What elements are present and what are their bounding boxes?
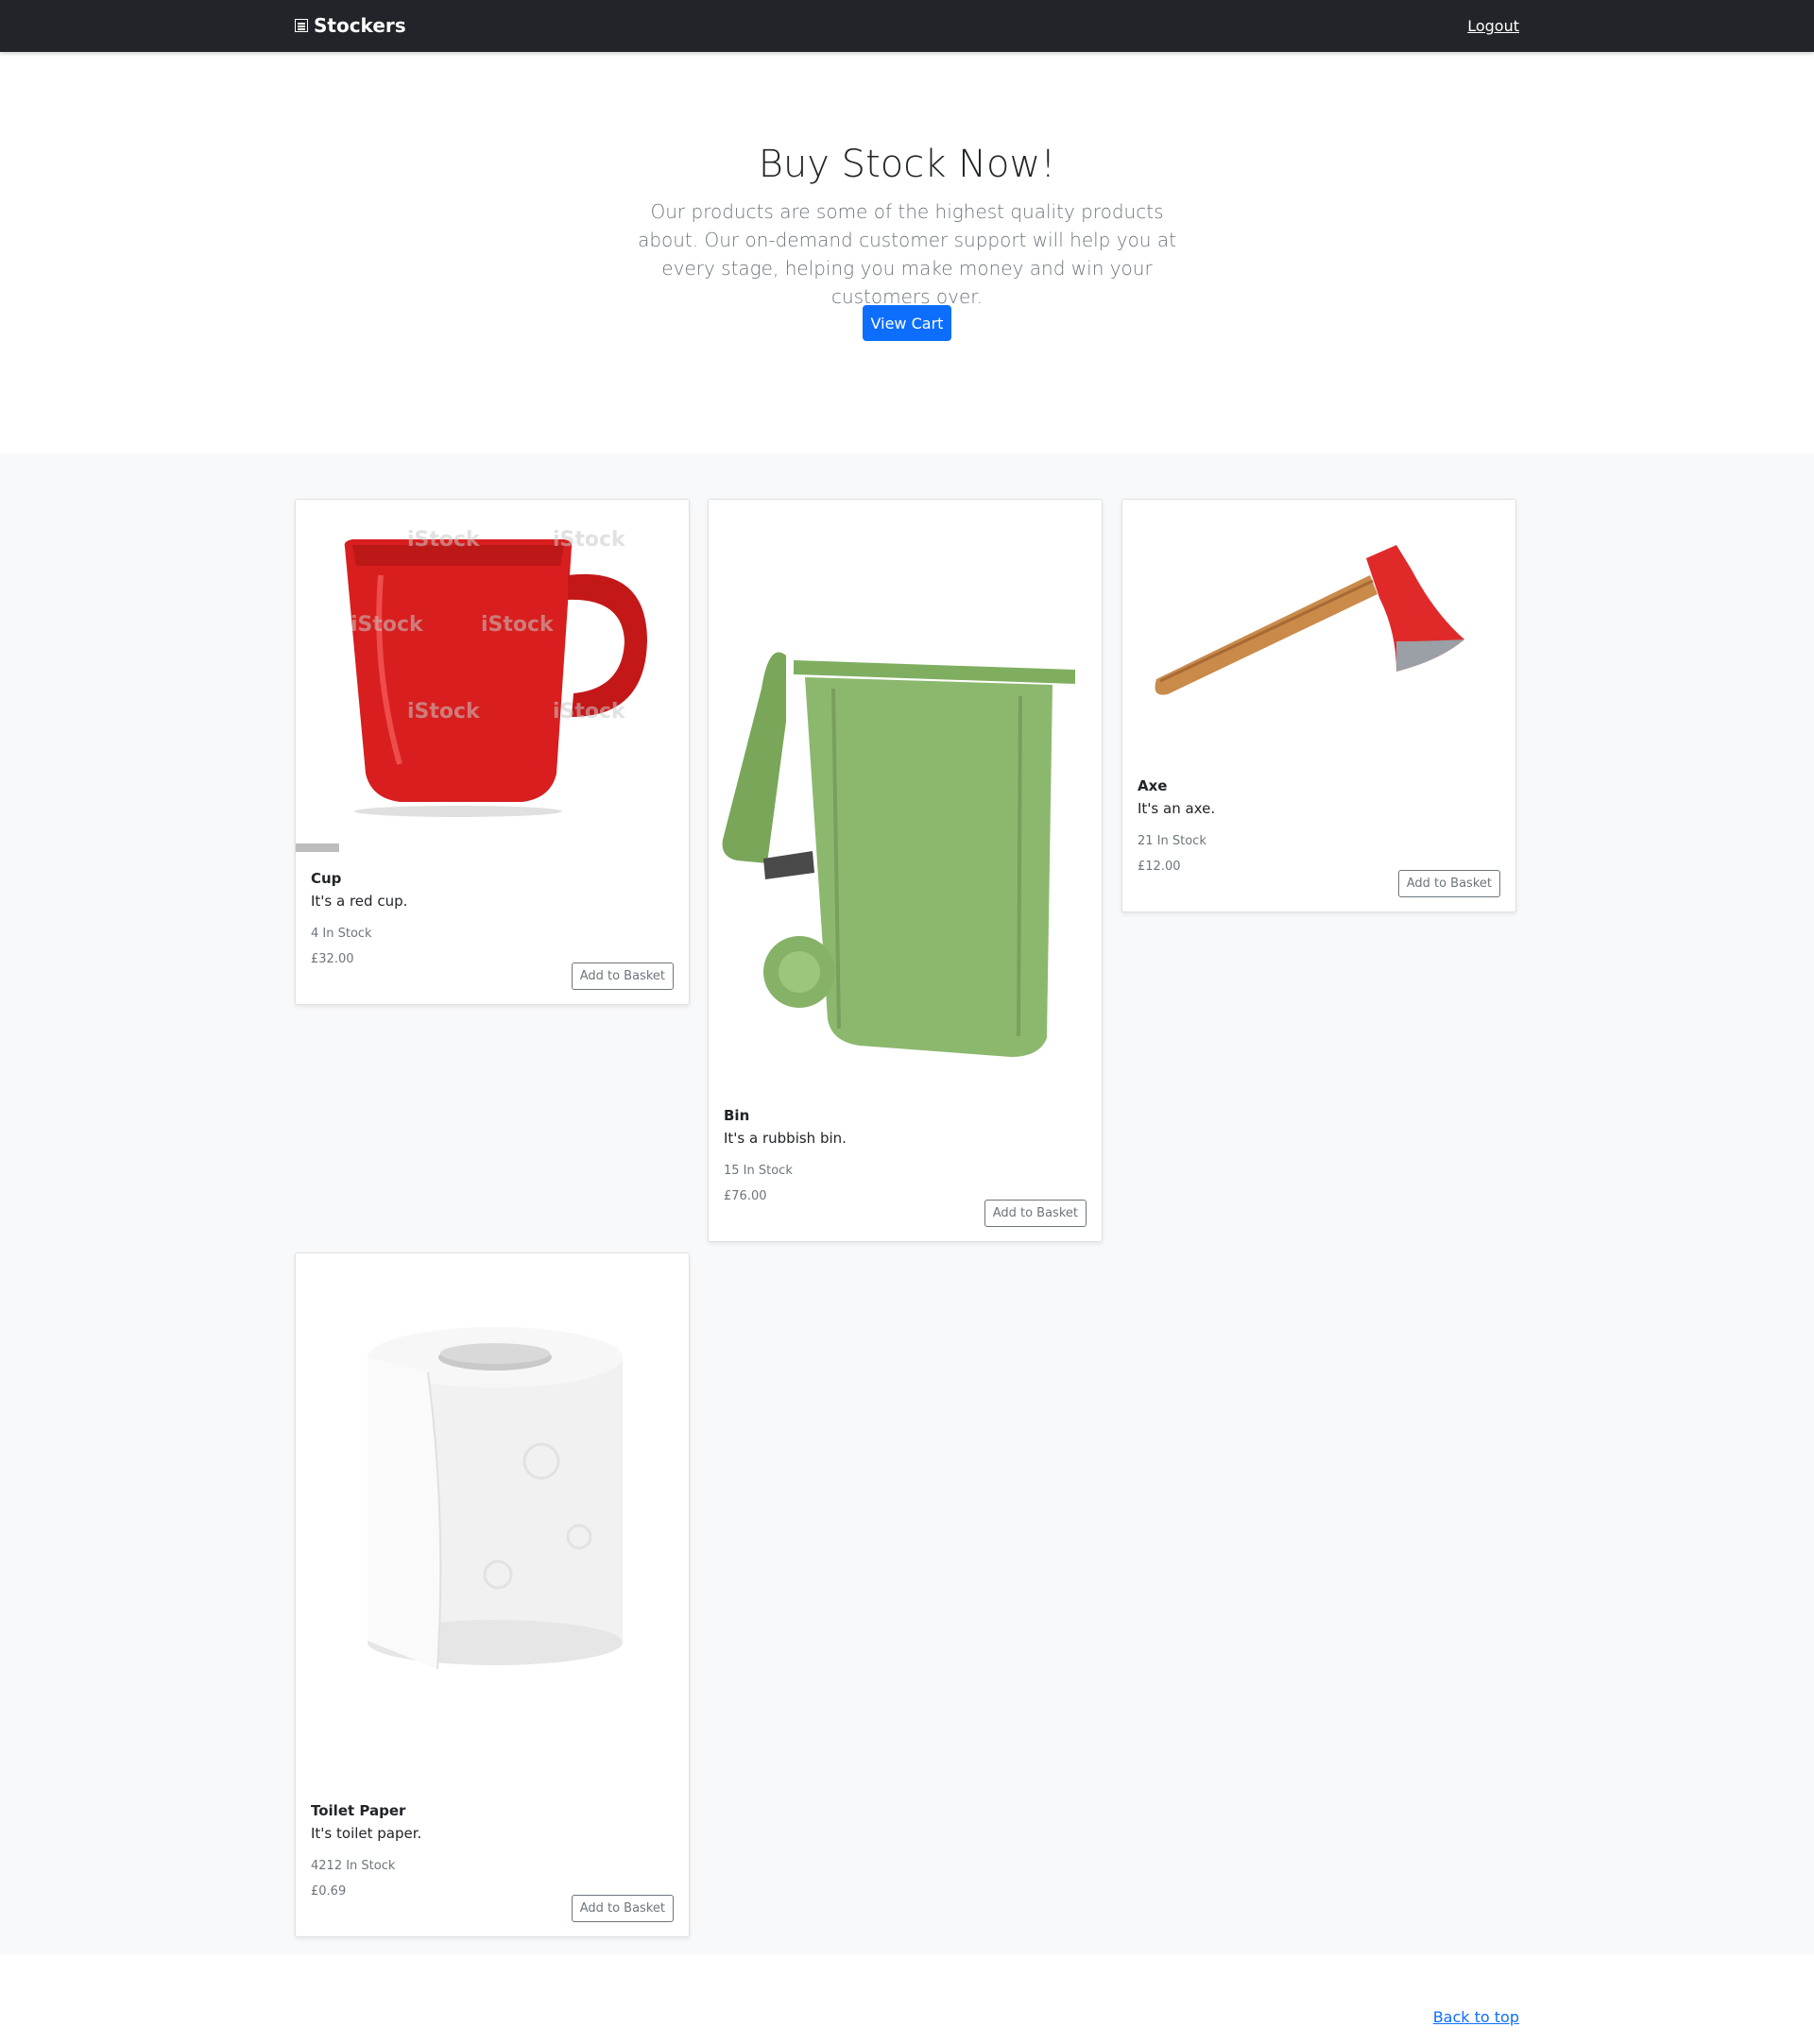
footer: Back to top [0,1955,1814,2044]
hero-title: Buy Stock Now! [758,143,1056,186]
product-name: Bin [724,1107,750,1124]
hero-section: Buy Stock Now! Our products are some of … [0,52,1814,453]
add-to-basket-button[interactable]: Add to Basket [984,1200,1087,1227]
view-cart-button[interactable]: View Cart [863,305,951,341]
watermark-text: iStock [407,700,480,724]
card-body: Axe It's an axe. 21 In Stock £12.00 Add … [1122,762,1515,911]
product-album: iStock iStock iStock iStock iStock iStoc… [0,453,1814,1955]
product-image-cup: iStock iStock iStock iStock iStock iStoc… [296,500,689,855]
bin-image [709,500,1102,1092]
add-to-basket-button[interactable]: Add to Basket [1397,870,1500,897]
product-image-toilet-paper [296,1253,689,1787]
back-to-top-link[interactable]: Back to top [1433,2008,1519,2026]
watermark-text: iStock [351,613,423,637]
axe-image [1122,500,1515,762]
watermark-text: iStock [481,613,554,637]
product-card-axe: Axe It's an axe. 21 In Stock £12.00 Add … [1121,499,1516,912]
hero-lead: Our products are some of the highest qua… [638,200,1176,308]
navbar: Stockers Logout [0,0,1814,52]
card-body: Toilet Paper It's toilet paper. 4212 In … [296,1787,689,1936]
product-card-bin: Bin It's a rubbish bin. 15 In Stock £76.… [708,499,1103,1242]
product-description: It's toilet paper. [311,1825,422,1842]
product-description: It's a rubbish bin. [724,1130,847,1147]
add-to-basket-button[interactable]: Add to Basket [571,962,674,990]
product-image-bin [709,500,1102,1092]
product-card-cup: iStock iStock iStock iStock iStock iStoc… [295,499,690,1005]
product-price: £76.00 [724,1189,767,1203]
product-stock: 15 In Stock [724,1164,793,1178]
product-description: It's an axe. [1138,800,1216,817]
logout-link[interactable]: Logout [1467,17,1519,35]
product-name: Axe [1138,777,1168,794]
product-price: £32.00 [311,952,354,966]
product-name: Toilet Paper [311,1802,406,1819]
product-stock: 4 In Stock [311,927,372,941]
product-stock: 21 In Stock [1138,834,1206,848]
product-name: Cup [311,870,342,887]
add-to-basket-button[interactable]: Add to Basket [571,1895,674,1922]
watermark-text: iStock [553,528,625,552]
card-body: Cup It's a red cup. 4 In Stock £32.00 Ad… [296,855,689,1004]
watermark-text: iStock [407,528,480,552]
toilet-paper-image [296,1253,689,1787]
album-icon [295,19,308,32]
product-price: £12.00 [1138,860,1181,874]
brand-name: Stockers [314,14,406,37]
product-card-toilet-paper: Toilet Paper It's toilet paper. 4212 In … [295,1252,690,1937]
card-body: Bin It's a rubbish bin. 15 In Stock £76.… [709,1092,1102,1241]
cup-image [296,500,689,855]
brand-link[interactable]: Stockers [295,14,406,37]
product-image-axe [1122,500,1515,762]
product-price: £0.69 [311,1884,347,1899]
product-description: It's a red cup. [311,893,408,910]
product-stock: 4212 In Stock [311,1859,396,1873]
watermark-text: iStock [553,700,625,724]
